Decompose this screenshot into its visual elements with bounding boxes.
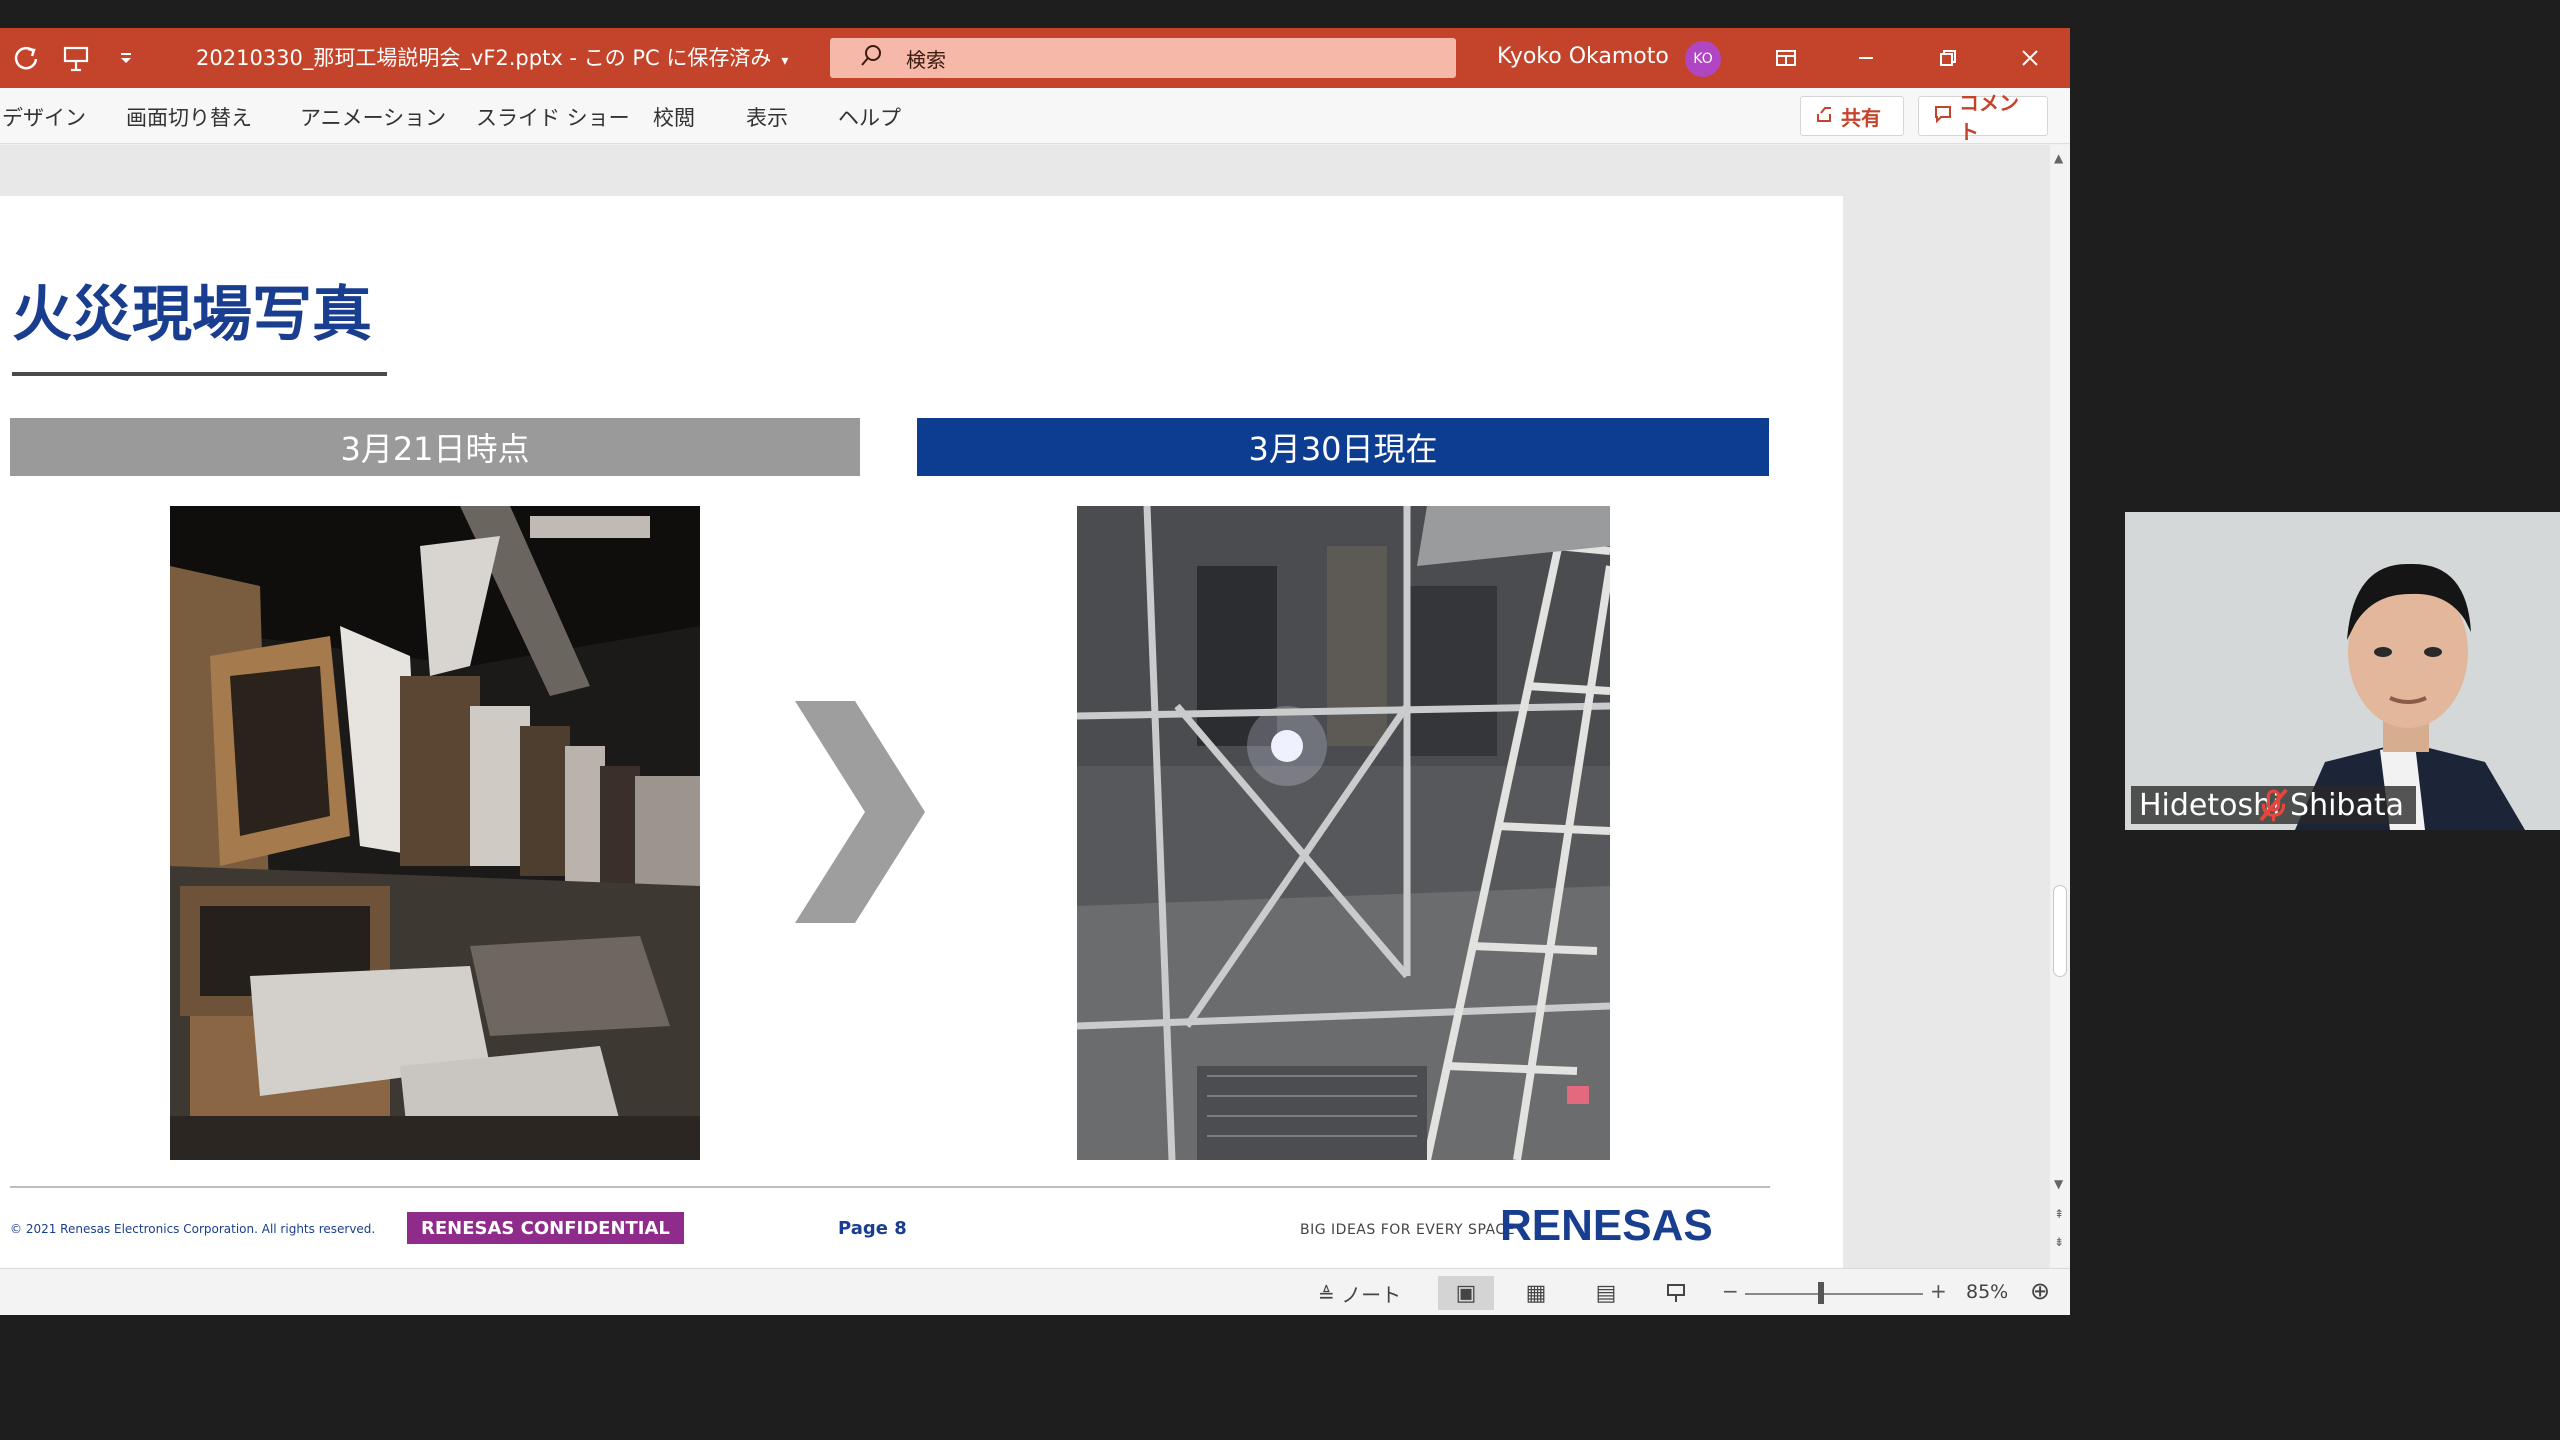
fit-slide-icon[interactable]: ⊕ xyxy=(2030,1277,2050,1305)
slideshow-icon[interactable] xyxy=(1648,1276,1704,1310)
zoom-slider-thumb[interactable] xyxy=(1818,1282,1824,1304)
tab-transitions[interactable]: 画面切り替え xyxy=(126,102,252,132)
present-icon[interactable] xyxy=(56,38,96,78)
scrollbar-thumb[interactable] xyxy=(2053,885,2067,977)
slide-title: 火災現場写真 xyxy=(12,280,372,350)
participant-name-tag: Hidetoshi Shibata xyxy=(2131,786,2416,824)
zoom-out-button[interactable]: − xyxy=(1722,1279,1739,1303)
slide-sorter-icon[interactable]: ▦ xyxy=(1508,1276,1564,1310)
document-title[interactable]: 20210330_那珂工場説明会_vF2.pptx - この PC に保存済み ▾ xyxy=(196,42,788,72)
scroll-down-icon[interactable]: ▼ xyxy=(2054,1177,2063,1191)
renesas-logo-text: RENESAS xyxy=(1500,1201,1713,1248)
share-button[interactable]: 共有 xyxy=(1800,96,1904,136)
next-slide-icon[interactable]: ⇟ xyxy=(2054,1235,2064,1249)
scroll-up-icon[interactable]: ▲ xyxy=(2054,151,2063,165)
normal-view-icon[interactable]: ▣ xyxy=(1438,1276,1494,1310)
vertical-scrollbar[interactable]: ▲ ▼ ⇞ ⇟ xyxy=(2050,145,2070,1268)
comment-label: コメント xyxy=(1959,91,2019,144)
right-date-label: 3月30日現在 xyxy=(917,418,1769,476)
search-icon xyxy=(860,43,900,73)
title-underline xyxy=(12,372,387,376)
mic-off-icon xyxy=(2259,788,2288,822)
customize-icon[interactable] xyxy=(106,38,146,78)
participant-avatar xyxy=(2125,512,2560,830)
notes-label: ノート xyxy=(1341,1283,1402,1307)
reading-view-icon[interactable]: ▤ xyxy=(1578,1276,1634,1310)
restore-icon[interactable] xyxy=(1928,38,1968,78)
footer-rule xyxy=(10,1186,1770,1188)
ribbon-display-icon[interactable] xyxy=(1766,38,1806,78)
close-icon[interactable] xyxy=(2010,38,2050,78)
search-placeholder: 検索 xyxy=(906,47,946,72)
fire-damage-photo xyxy=(170,506,700,1160)
confidential-badge: RENESAS CONFIDENTIAL xyxy=(407,1212,684,1244)
notes-button[interactable]: ≜ ノート xyxy=(1318,1279,1401,1308)
comment-icon xyxy=(1933,104,1953,129)
tab-review[interactable]: 校閲 xyxy=(653,102,695,132)
brand-tagline: BIG IDEAS FOR EVERY SPACE xyxy=(1300,1222,1515,1238)
scaffolding-photo xyxy=(1077,506,1610,1160)
slide[interactable]: 火災現場写真 3月21日時点 3月30日現在 © 2021 Renesas El… xyxy=(0,196,1843,1268)
ribbon: デザイン 画面切り替え アニメーション スライド ショー 校閲 表示 ヘルプ 共… xyxy=(0,88,2070,144)
renesas-logo: RENESAS xyxy=(1500,1201,1713,1248)
tab-view[interactable]: 表示 xyxy=(746,102,788,132)
tab-design[interactable]: デザイン xyxy=(2,102,86,132)
chevron-down-icon: ▾ xyxy=(781,53,789,69)
title-bar: 20210330_那珂工場説明会_vF2.pptx - この PC に保存済み ▾… xyxy=(0,28,2070,88)
zoom-in-button[interactable]: + xyxy=(1930,1279,1947,1303)
avatar[interactable]: KO xyxy=(1685,41,1721,77)
search-input[interactable]: 検索 xyxy=(830,38,1456,78)
status-bar: ≜ ノート ▣ ▦ ▤ − + 85% ⊕ xyxy=(0,1268,2070,1315)
left-date-label: 3月21日時点 xyxy=(10,418,860,476)
share-icon xyxy=(1815,104,1835,129)
document-title-text: 20210330_那珂工場説明会_vF2.pptx - この PC に保存済み xyxy=(196,46,772,70)
powerpoint-window: 20210330_那珂工場説明会_vF2.pptx - この PC に保存済み ▾… xyxy=(0,28,2070,1315)
previous-slide-icon[interactable]: ⇞ xyxy=(2054,1207,2064,1221)
chevron-right-icon xyxy=(795,701,925,923)
participant-video[interactable]: Hidetoshi Shibata xyxy=(2125,512,2560,830)
page-number: Page 8 xyxy=(838,1218,907,1239)
refresh-icon[interactable] xyxy=(6,38,46,78)
notes-icon: ≜ xyxy=(1318,1283,1335,1307)
minimize-icon[interactable] xyxy=(1846,38,1886,78)
tab-help[interactable]: ヘルプ xyxy=(838,102,901,132)
user-name[interactable]: Kyoko Okamoto xyxy=(1497,44,1669,69)
tab-animations[interactable]: アニメーション xyxy=(300,102,446,132)
zoom-slider[interactable] xyxy=(1745,1293,1923,1295)
tab-slideshow[interactable]: スライド ショー xyxy=(476,102,630,132)
share-label: 共有 xyxy=(1841,105,1881,130)
copyright-text: © 2021 Renesas Electronics Corporation. … xyxy=(10,1222,376,1236)
comment-button[interactable]: コメント xyxy=(1918,91,2048,144)
zoom-level[interactable]: 85% xyxy=(1966,1281,2008,1303)
